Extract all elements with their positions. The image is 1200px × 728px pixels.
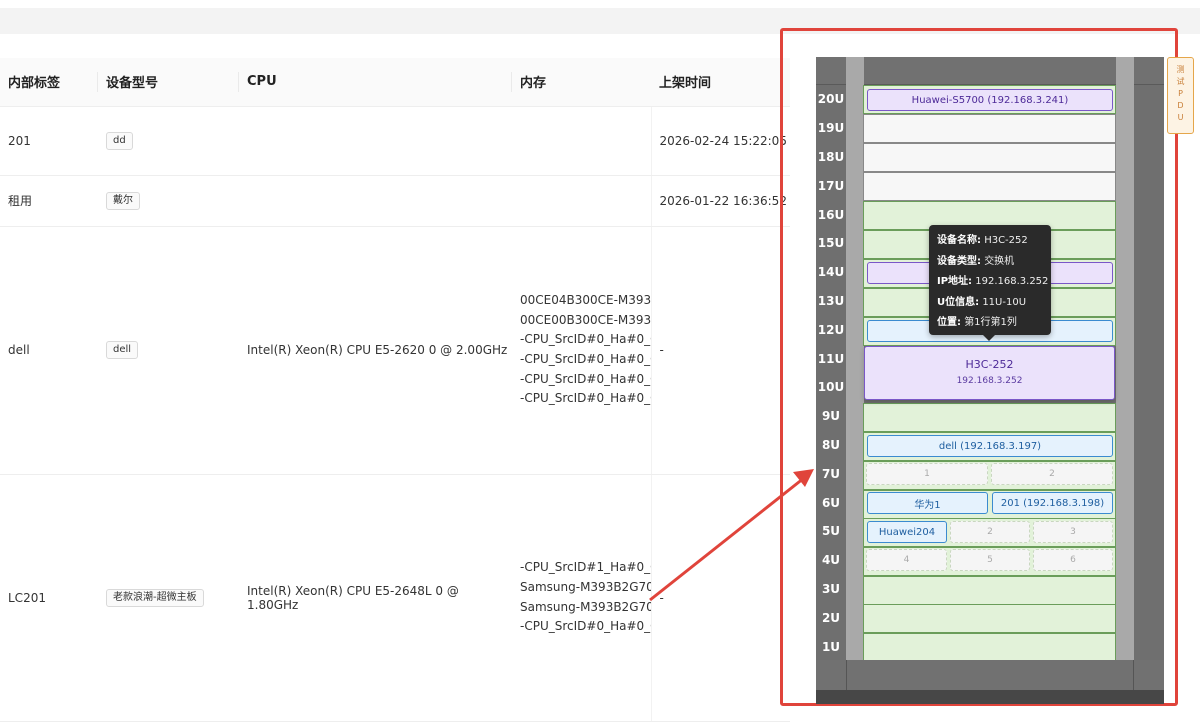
device-huawei1[interactable]: 华为1 <box>867 492 988 514</box>
col-header-label[interactable]: 内部标签 <box>0 58 98 107</box>
empty-slot-4[interactable]: 4 <box>866 549 947 571</box>
model-tag: 戴尔 <box>106 191 140 210</box>
cell-cpu <box>239 106 512 176</box>
memory-line: -CPU_SrcID#0_Ha#0_C <box>520 391 651 406</box>
empty-slot-5[interactable]: 5 <box>950 549 1030 571</box>
col-header-time[interactable]: 上架时间 <box>651 58 790 107</box>
memory-line: -CPU_SrcID#0_Ha#0_C <box>520 352 651 366</box>
cell-time: - <box>651 226 790 475</box>
table-row[interactable]: dell dell Intel(R) Xeon(R) CPU E5-2620 0… <box>0 226 790 475</box>
rack-bottom-frame <box>816 660 1164 690</box>
u-label: 10U <box>817 380 845 394</box>
rack-top-frame <box>816 57 1164 85</box>
u-label: 18U <box>817 150 845 164</box>
memory-line: -CPU_SrcID#1_Ha#0_C <box>520 560 651 575</box>
memory-line: -CPU_SrcID#0_Ha#0_C <box>520 371 651 386</box>
cell-cpu: Intel(R) Xeon(R) CPU E5-2620 0 @ 2.00GHz <box>239 226 512 475</box>
device-tooltip: 设备名称: H3C-252 设备类型: 交换机 IP地址: 192.168.3.… <box>929 225 1051 341</box>
table-header-row: 内部标签 设备型号 CPU 内存 上架时间 <box>0 58 790 107</box>
memory-line: -CPU_SrcID#0_Ha#0_C <box>520 619 651 634</box>
u-label: 6U <box>821 496 841 510</box>
cell-model: 戴尔 <box>98 175 239 227</box>
empty-slot-3[interactable]: 3 <box>1033 521 1113 543</box>
u-label: 3U <box>821 582 841 596</box>
model-tag: dd <box>106 131 133 150</box>
rack-slot-3u[interactable] <box>863 576 1116 605</box>
table-row[interactable]: 201 dd 2026-02-24 15:22:05 <box>0 106 790 176</box>
u-label: 9U <box>821 409 841 423</box>
memory-line: Samsung-M393B2G70 <box>520 599 651 614</box>
cell-model: 老款浪潮-超微主板 <box>98 474 239 722</box>
rack-base <box>816 690 1164 704</box>
empty-slot-2[interactable]: 2 <box>991 463 1113 485</box>
u-label: 5U <box>821 524 841 538</box>
u-label: 15U <box>817 236 845 250</box>
empty-slot-6[interactable]: 6 <box>1033 549 1113 571</box>
u-label: 4U <box>821 553 841 567</box>
u-label: 11U <box>817 352 845 366</box>
table-row[interactable]: LC201 老款浪潮-超微主板 Intel(R) Xeon(R) CPU E5-… <box>0 474 790 722</box>
cell-model: dell <box>98 226 239 475</box>
rack-slot-1u[interactable] <box>863 633 1116 662</box>
rack-slot-19u[interactable] <box>863 114 1116 143</box>
rack-slot-17u[interactable] <box>863 172 1116 201</box>
col-header-memory[interactable]: 内存 <box>512 58 651 107</box>
rack-slot-9u[interactable] <box>863 403 1116 432</box>
cell-cpu: Intel(R) Xeon(R) CPU E5-2648L 0 @ 1.80GH… <box>239 474 512 722</box>
rack-view: 20U 19U 18U 17U 16U 15U 14U 13U 12U 11U … <box>816 57 1164 704</box>
device-huawei204[interactable]: Huawei204 <box>867 521 947 543</box>
u-label: 8U <box>821 438 841 452</box>
cell-label: 租用 <box>0 175 98 227</box>
u-label: 17U <box>817 179 845 193</box>
u-label: 13U <box>817 294 845 308</box>
memory-line: 00CE00B300CE-M393B <box>520 312 651 327</box>
rack-right-rail <box>1116 57 1134 690</box>
memory-line: -CPU_SrcID#0_Ha#0_C <box>520 332 651 347</box>
cell-memory <box>512 106 652 176</box>
col-header-model[interactable]: 设备型号 <box>98 58 239 107</box>
cell-label: dell <box>0 226 98 475</box>
memory-line: 00CE04B300CE-M393B <box>520 292 651 307</box>
memory-line: Samsung-M393B2G70 <box>520 579 651 594</box>
cell-memory: 00CE04B300CE-M393B 00CE00B300CE-M393B -C… <box>512 226 652 475</box>
model-tag: dell <box>106 341 139 359</box>
u-label: 7U <box>821 467 841 481</box>
u-label: 12U <box>817 323 845 337</box>
cell-time: - <box>651 474 790 722</box>
cell-memory <box>512 175 652 227</box>
empty-slot-1[interactable]: 1 <box>866 463 988 485</box>
u-label: 1U <box>821 640 841 654</box>
scrollbar[interactable] <box>1188 36 1196 656</box>
device-name: H3C-252 <box>965 358 1014 371</box>
model-tag: 老款浪潮-超微主板 <box>106 588 204 607</box>
cell-cpu <box>239 175 512 227</box>
cell-time: 2026-01-22 16:36:52 <box>651 175 790 227</box>
u-label: 16U <box>817 208 845 222</box>
rack-slot-2u[interactable] <box>863 604 1116 633</box>
cell-memory: -CPU_SrcID#1_Ha#0_C Samsung-M393B2G70 Sa… <box>512 474 652 722</box>
cell-model: dd <box>98 106 239 176</box>
u-label: 19U <box>817 121 845 135</box>
empty-slot-2[interactable]: 2 <box>950 521 1030 543</box>
device-dell[interactable]: dell (192.168.3.197) <box>867 435 1113 457</box>
cell-time: 2026-02-24 15:22:05 <box>651 106 790 176</box>
cell-label: 201 <box>0 106 98 176</box>
rack-left-rail <box>846 57 864 690</box>
device-201[interactable]: 201 (192.168.3.198) <box>992 492 1113 514</box>
device-h3c-252[interactable]: H3C-252 192.168.3.252 <box>864 346 1115 400</box>
u-label: 20U <box>817 92 845 106</box>
col-header-cpu[interactable]: CPU <box>239 58 512 107</box>
device-ip: 192.168.3.252 <box>956 376 1023 386</box>
u-label: 14U <box>817 265 845 279</box>
u-label: 2U <box>821 611 841 625</box>
table-row[interactable]: 租用 戴尔 2026-01-22 16:36:52 <box>0 175 790 227</box>
rack-slot-18u[interactable] <box>863 143 1116 172</box>
cell-label: LC201 <box>0 474 98 722</box>
device-huawei-s5700[interactable]: Huawei-S5700 (192.168.3.241) <box>867 89 1113 111</box>
device-table: 内部标签 设备型号 CPU 内存 上架时间 201 dd 2026-02-24 … <box>0 58 790 728</box>
